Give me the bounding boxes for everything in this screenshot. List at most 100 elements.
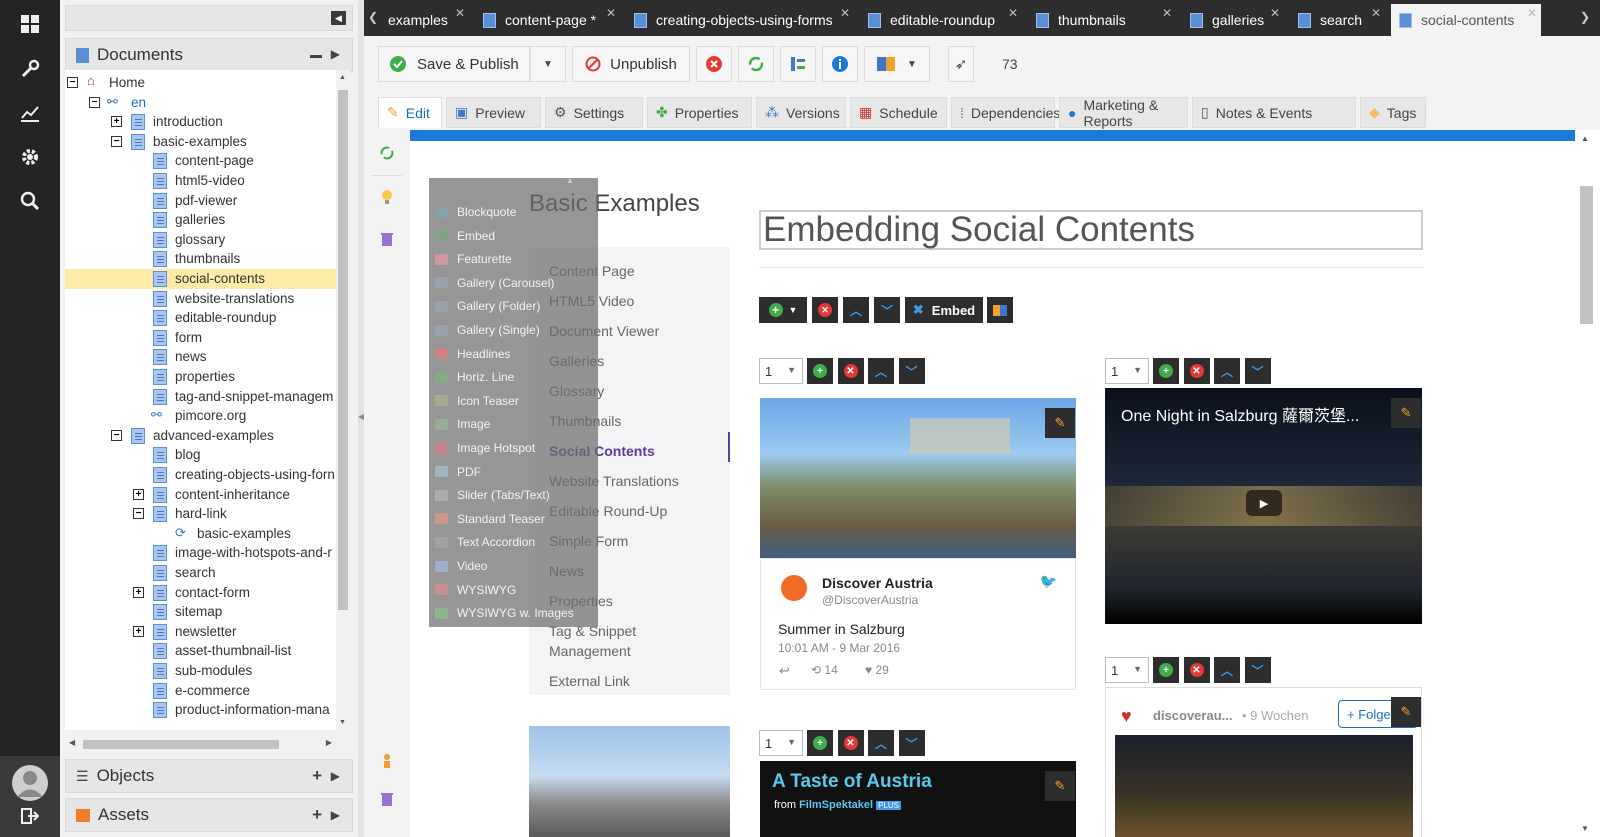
save-dropdown-button[interactable]: ▼ xyxy=(530,46,566,82)
tree-item[interactable]: tag-and-snippet-managem xyxy=(65,387,336,407)
tree-item[interactable]: + introduction xyxy=(65,112,336,132)
collapse-left-icon[interactable]: ◀ xyxy=(331,11,346,25)
close-tab-icon[interactable]: ✕ xyxy=(1527,6,1537,20)
expand-icon[interactable]: + xyxy=(111,116,122,128)
remove-block-button[interactable]: ✕ xyxy=(1183,657,1210,683)
tree-item[interactable]: galleries xyxy=(65,210,336,230)
document-tab[interactable]: examples ✕ xyxy=(380,4,469,36)
tree-item[interactable]: content-page xyxy=(65,151,336,171)
scroll-up-icon[interactable]: ▲ xyxy=(339,74,346,81)
block-type-menu-item[interactable]: WYSIWYG w. Images xyxy=(435,602,574,624)
tree-item[interactable]: thumbnails xyxy=(65,249,336,269)
tree-vertical-scrollbar[interactable]: ▲ ▼ xyxy=(336,70,350,730)
chart-icon[interactable] xyxy=(0,92,60,134)
tree-item[interactable]: sitemap xyxy=(65,602,336,622)
tree-item[interactable]: − ⚯ en xyxy=(65,93,336,113)
reload-button[interactable] xyxy=(738,46,774,82)
block-type-menu-item[interactable]: Image xyxy=(435,413,490,435)
wrench-icon[interactable] xyxy=(0,48,60,90)
editor-tab[interactable]: ✤ Properties xyxy=(647,97,752,128)
block-type-menu-item[interactable]: Embed xyxy=(435,225,495,247)
block-type-menu-item[interactable]: Video xyxy=(435,555,487,577)
edit-pencil-icon[interactable]: ✎ xyxy=(1045,771,1075,801)
chevron-right-icon[interactable]: ▶ xyxy=(331,808,340,822)
save-publish-button[interactable]: Save & Publish xyxy=(378,46,530,82)
chevron-right-icon[interactable]: ▶ xyxy=(331,47,340,61)
person-icon[interactable] xyxy=(372,746,402,776)
column-select[interactable]: 1 ▼ xyxy=(759,730,803,756)
collapse-icon[interactable]: − xyxy=(133,508,144,520)
move-up-button[interactable]: ︿ xyxy=(843,297,869,323)
show-in-tree-button[interactable] xyxy=(780,46,816,82)
document-tab[interactable]: editable-roundup ✕ xyxy=(860,4,1022,36)
minimize-icon[interactable] xyxy=(310,55,322,58)
page-vertical-scrollbar[interactable]: ▲ ▼ xyxy=(1575,130,1600,837)
block-type-menu-item[interactable]: Text Accordion xyxy=(435,531,535,553)
add-block-button[interactable]: + xyxy=(1153,657,1179,683)
collapse-icon[interactable]: − xyxy=(89,96,100,108)
scroll-down-icon[interactable]: ▼ xyxy=(339,719,346,726)
editor-tab[interactable]: ◆ Tags xyxy=(1360,97,1426,128)
add-icon[interactable]: + xyxy=(312,805,322,825)
tree-item[interactable]: ⟳ basic-examples xyxy=(65,524,336,544)
close-tab-icon[interactable]: ✕ xyxy=(606,6,616,20)
expand-icon[interactable]: + xyxy=(133,625,144,637)
remove-block-button[interactable]: ✕ xyxy=(1183,358,1210,384)
move-up-button[interactable]: ︿ xyxy=(1214,358,1240,384)
unpublish-button[interactable]: Unpublish xyxy=(572,46,690,82)
document-tab[interactable]: creating-objects-using-forms ✕ xyxy=(626,4,854,36)
grid-icon[interactable] xyxy=(0,3,60,45)
salzburg-night-video[interactable]: One Night in Salzburg 薩爾茨堡... ▶ xyxy=(1105,388,1422,624)
move-up-button[interactable]: ︿ xyxy=(868,730,894,756)
tree-horizontal-scrollbar[interactable]: ◀ ▶ xyxy=(65,737,336,751)
editor-tab[interactable]: ⚙ Settings xyxy=(545,97,643,128)
move-down-button[interactable]: ﹀ xyxy=(874,297,900,323)
close-tab-icon[interactable]: ✕ xyxy=(1008,6,1018,20)
heading-input[interactable]: Embedding Social Contents xyxy=(759,210,1423,250)
move-down-button[interactable]: ﹀ xyxy=(1244,657,1271,683)
block-type-menu-item[interactable]: Blockquote xyxy=(435,201,516,223)
tree-item[interactable]: html5-video xyxy=(65,171,336,191)
column-select[interactable]: 1 ▼ xyxy=(759,358,803,384)
add-icon[interactable]: + xyxy=(312,766,322,786)
tree-item[interactable]: news xyxy=(65,347,336,367)
tabs-scroll-left-icon[interactable]: ❮ xyxy=(368,10,378,24)
tree-item[interactable]: form xyxy=(65,328,336,348)
editor-tab[interactable]: ✎ Edit xyxy=(378,97,442,128)
remove-block-button[interactable]: ✕ xyxy=(837,358,864,384)
reply-icon[interactable]: ↩ xyxy=(779,663,790,679)
remove-block-button[interactable]: ✕ xyxy=(837,730,864,756)
move-down-button[interactable]: ﹀ xyxy=(898,358,925,384)
close-tab-icon[interactable]: ✕ xyxy=(1162,6,1172,20)
block-type-menu-item[interactable]: PDF xyxy=(435,461,481,483)
expand-icon[interactable]: + xyxy=(133,488,144,500)
close-tab-icon[interactable]: ✕ xyxy=(1371,6,1381,20)
block-type-menu-item[interactable]: Gallery (Single) xyxy=(435,319,540,341)
scroll-right-icon[interactable]: ▶ xyxy=(326,738,332,747)
tree-item[interactable]: ⚯ pimcore.org xyxy=(65,406,336,426)
scroll-down-icon[interactable]: ▼ xyxy=(1581,824,1589,833)
move-down-button[interactable]: ﹀ xyxy=(898,730,925,756)
tree-item[interactable]: social-contents xyxy=(65,269,336,289)
tree-item[interactable]: − advanced-examples xyxy=(65,426,336,446)
remove-block-button[interactable]: ✕ xyxy=(812,297,838,323)
translation-dropdown-button[interactable]: ▼ xyxy=(864,46,930,82)
tree-item[interactable]: + newsletter xyxy=(65,622,336,642)
documents-panel-header[interactable]: Documents ▶ xyxy=(65,38,353,72)
retweet-button[interactable]: ⟲ 14 xyxy=(811,663,838,677)
move-up-button[interactable]: ︿ xyxy=(868,358,894,384)
editor-tab[interactable]: ▯ Notes & Events xyxy=(1192,97,1356,128)
document-tab[interactable]: thumbnails ✕ xyxy=(1028,4,1176,36)
block-type-menu-item[interactable]: Image Hotspot xyxy=(435,437,535,459)
collapse-icon[interactable]: − xyxy=(111,429,122,441)
page-menu-item[interactable]: External Link xyxy=(549,673,630,689)
tree-item[interactable]: − hard-link xyxy=(65,504,336,524)
scroll-left-icon[interactable]: ◀ xyxy=(69,738,75,747)
like-button[interactable]: ♥ 29 xyxy=(865,663,889,677)
delete-button[interactable] xyxy=(696,46,732,82)
document-tab[interactable]: galleries ✕ xyxy=(1182,4,1284,36)
tree-item[interactable]: blog xyxy=(65,445,336,465)
assets-panel-header[interactable]: Assets + ▶ xyxy=(65,798,353,832)
block-type-menu-item[interactable]: Horiz. Line xyxy=(435,366,514,388)
editor-tab[interactable]: ● Marketing & Reports xyxy=(1059,97,1188,129)
